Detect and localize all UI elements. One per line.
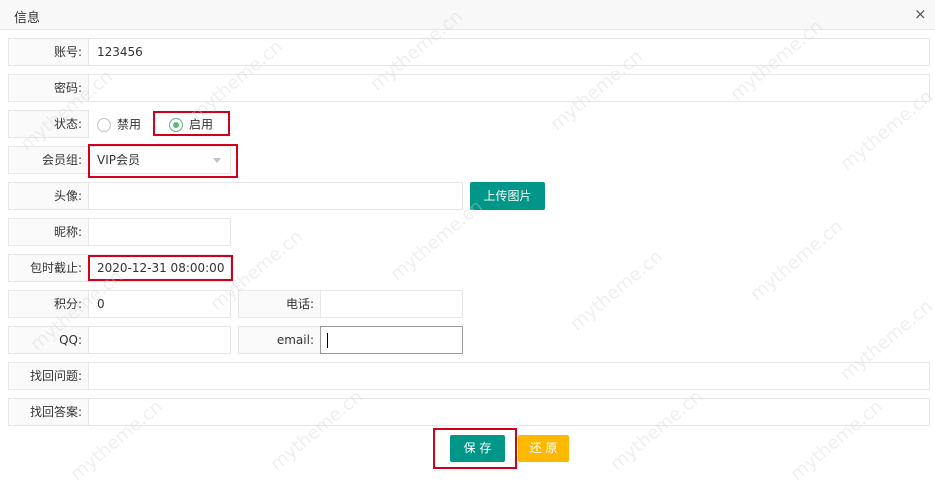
status-radio-disabled-label: 禁用: [117, 117, 142, 132]
phone-input[interactable]: [320, 290, 463, 318]
qq-input[interactable]: [88, 326, 231, 354]
save-button[interactable]: 保 存: [450, 435, 505, 462]
avatar-label: 头像:: [8, 182, 89, 210]
nickname-input[interactable]: [88, 218, 231, 246]
expire-label: 包时截止:: [8, 254, 89, 282]
phone-label: 电话:: [238, 290, 321, 318]
close-icon[interactable]: ×: [914, 5, 927, 23]
account-input[interactable]: 123456: [88, 38, 930, 66]
recovery-question-label: 找回问题:: [8, 362, 89, 390]
points-label: 积分:: [8, 290, 89, 318]
password-input[interactable]: [88, 74, 930, 102]
email-label: email:: [238, 326, 321, 354]
password-label: 密码:: [8, 74, 89, 102]
reset-button[interactable]: 还 原: [518, 435, 569, 462]
qq-label: QQ:: [8, 326, 89, 354]
status-radio-disabled[interactable]: 禁用: [97, 114, 141, 134]
upload-image-button[interactable]: 上传图片: [470, 182, 545, 210]
watermark-text: mytheme.cn: [746, 216, 847, 305]
status-radio-enabled[interactable]: 启用: [169, 114, 213, 134]
radio-unchecked-icon: [97, 117, 111, 132]
watermark-text: mytheme.cn: [566, 246, 667, 335]
status-radio-enabled-label: 启用: [189, 117, 214, 132]
member-group-label: 会员组:: [8, 146, 89, 174]
status-label: 状态:: [8, 110, 89, 138]
nickname-label: 昵称:: [8, 218, 89, 246]
recovery-answer-input[interactable]: [88, 398, 930, 426]
recovery-answer-label: 找回答案:: [8, 398, 89, 426]
avatar-input[interactable]: [88, 182, 463, 210]
recovery-question-input[interactable]: [88, 362, 930, 390]
text-cursor: [327, 333, 328, 348]
radio-checked-icon: [169, 117, 183, 132]
dialog-titlebar: 信息 ×: [0, 0, 935, 30]
dialog-title: 信息: [14, 11, 41, 26]
points-input[interactable]: 0: [88, 290, 231, 318]
email-input[interactable]: [320, 326, 463, 354]
member-group-select[interactable]: VIP会员: [88, 146, 231, 174]
expire-input[interactable]: 2020-12-31 08:00:00: [88, 254, 231, 282]
chevron-down-icon[interactable]: [213, 158, 221, 163]
account-label: 账号:: [8, 38, 89, 66]
